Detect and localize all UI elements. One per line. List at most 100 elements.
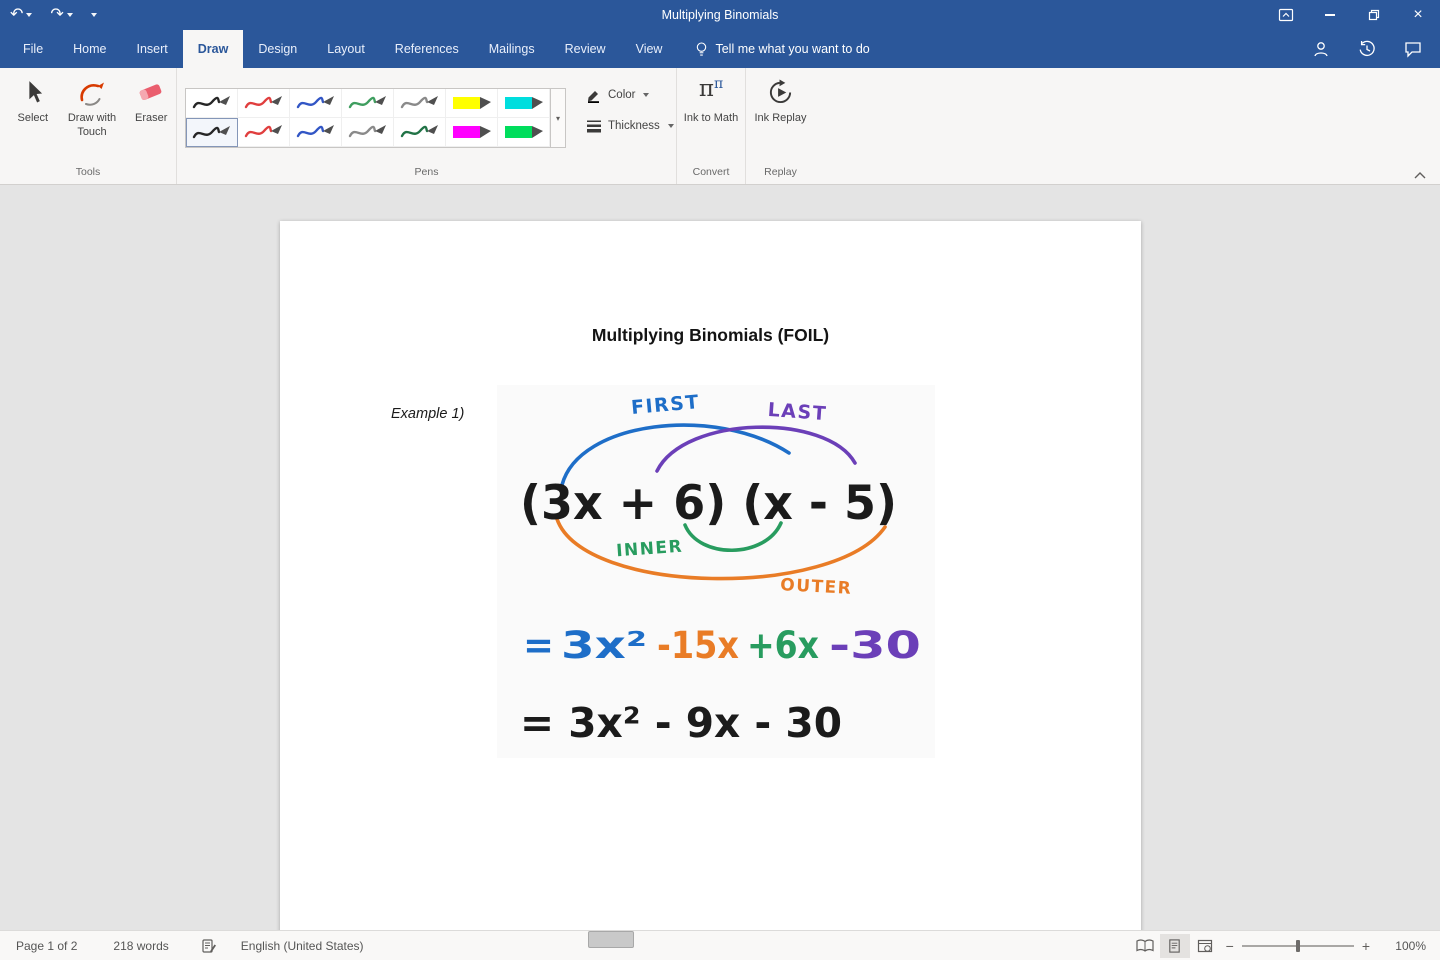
collapse-ribbon-button[interactable] <box>1414 172 1426 179</box>
pen-swatch-black[interactable] <box>186 89 238 118</box>
activity-history-icon[interactable] <box>1358 40 1376 58</box>
select-button[interactable]: Select <box>8 68 58 125</box>
pen-swatch-gray[interactable] <box>394 89 446 118</box>
step2-result: = 3x² - 9x - 30 <box>520 699 842 747</box>
zoom-out-button[interactable]: − <box>1220 938 1240 954</box>
foil-diagram: FIRST LAST INNER OUTER (3x + 6) (x - 5) … <box>497 385 935 758</box>
zoom-slider[interactable] <box>1242 945 1354 947</box>
draw-with-touch-label: Draw with Touch <box>64 111 121 139</box>
window-controls: × <box>1264 0 1440 30</box>
document-heading: Multiplying Binomials (FOIL) <box>280 325 1141 346</box>
pen-thickness-label: Thickness <box>608 120 660 132</box>
binomial-expression: (3x + 6) (x - 5) <box>520 476 897 531</box>
restore-button[interactable] <box>1352 0 1396 30</box>
pen-gallery: ▾ <box>185 88 566 148</box>
select-cursor-icon <box>23 76 43 108</box>
pen-swatch-gray-2[interactable] <box>342 118 394 147</box>
print-layout-button[interactable] <box>1160 934 1190 958</box>
pen-stroke-icon <box>190 92 234 114</box>
pen-stroke-icon <box>294 92 338 114</box>
language-indicator[interactable]: English (United States) <box>241 939 364 953</box>
highlighter-stroke-icon <box>502 121 546 143</box>
close-button[interactable]: × <box>1396 0 1440 30</box>
read-mode-button[interactable] <box>1130 934 1160 958</box>
tab-mailings[interactable]: Mailings <box>474 30 550 68</box>
redo-icon: ↷ <box>50 7 63 23</box>
pens-group: ▾ Color <box>177 68 677 184</box>
lightbulb-icon <box>695 41 708 58</box>
tell-me-box[interactable]: Tell me what you want to do <box>695 30 869 68</box>
pencil-stroke-icon <box>398 92 442 114</box>
pen-swatch-dark-green[interactable] <box>394 118 446 147</box>
redo-button[interactable]: ↷ <box>50 7 72 23</box>
last-label: LAST <box>767 399 828 425</box>
pen-swatch-blue-2[interactable] <box>290 118 342 147</box>
tab-file[interactable]: File <box>8 30 58 68</box>
last-arc <box>657 427 855 471</box>
pens-group-label: Pens <box>177 164 676 184</box>
pen-swatch-blue[interactable] <box>290 89 342 118</box>
tab-review[interactable]: Review <box>550 30 621 68</box>
undo-button[interactable]: ↶ <box>10 7 32 23</box>
highlighter-swatch-yellow[interactable] <box>446 89 498 118</box>
page-indicator[interactable]: Page 1 of 2 <box>16 939 77 953</box>
draw-with-touch-button[interactable]: Draw with Touch <box>64 68 121 139</box>
pen-swatch-red-2[interactable] <box>238 118 290 147</box>
redo-dropdown-icon[interactable] <box>67 13 73 17</box>
minimize-button[interactable] <box>1308 0 1352 30</box>
horizontal-scrollbar-thumb[interactable] <box>588 931 634 948</box>
select-label: Select <box>17 111 48 125</box>
convert-group-label: Convert <box>677 164 745 184</box>
pen-gallery-more-button[interactable]: ▾ <box>550 89 565 147</box>
draw-with-touch-icon <box>77 76 107 108</box>
pen-swatch-green[interactable] <box>342 89 394 118</box>
tab-design[interactable]: Design <box>243 30 312 68</box>
account-icon[interactable] <box>1312 40 1330 58</box>
step1-inner-term: +6x <box>747 624 819 667</box>
eraser-button[interactable]: Eraser <box>126 68 176 125</box>
example-label: Example 1) <box>391 406 464 422</box>
tab-references[interactable]: References <box>380 30 474 68</box>
window-title: Multiplying Binomials <box>0 8 1440 22</box>
tab-layout[interactable]: Layout <box>312 30 380 68</box>
pen-thickness-dropdown[interactable]: Thickness <box>582 115 678 137</box>
eraser-label: Eraser <box>135 111 167 125</box>
word-count[interactable]: 218 words <box>113 939 168 953</box>
tab-insert[interactable]: Insert <box>122 30 183 68</box>
ink-replay-icon <box>767 76 794 108</box>
highlighter-swatch-magenta[interactable] <box>446 118 498 147</box>
chevron-down-icon <box>643 93 649 97</box>
ribbon-display-options-button[interactable] <box>1264 0 1308 30</box>
zoom-slider-thumb[interactable] <box>1296 940 1300 952</box>
proofing-status-button[interactable] <box>201 938 217 954</box>
read-mode-icon <box>1136 939 1154 953</box>
ink-replay-label: Ink Replay <box>755 111 807 125</box>
pen-stroke-icon <box>242 92 286 114</box>
pen-swatch-black-selected[interactable] <box>186 118 238 147</box>
undo-dropdown-icon[interactable] <box>26 13 32 17</box>
zoom-in-button[interactable]: + <box>1356 938 1376 954</box>
ink-to-math-button[interactable]: ππ Ink to Math <box>684 68 738 125</box>
pen-color-dropdown[interactable]: Color <box>582 84 678 106</box>
customize-quick-access-button[interactable] <box>91 13 97 17</box>
highlighter-swatch-green[interactable] <box>498 118 550 147</box>
foil-ink-image[interactable]: FIRST LAST INNER OUTER (3x + 6) (x - 5) … <box>497 385 935 758</box>
convert-group: ππ Ink to Math Convert <box>677 68 746 184</box>
word-window: ↶ ↷ Multiplying Binomials <box>0 0 1440 960</box>
tools-group: Select Draw with Touch <box>0 68 177 184</box>
titlebar: ↶ ↷ Multiplying Binomials <box>0 0 1440 30</box>
tab-draw[interactable]: Draw <box>183 30 244 68</box>
ink-replay-button[interactable]: Ink Replay <box>755 68 807 125</box>
replay-group-label: Replay <box>746 164 815 184</box>
ink-to-math-icon: ππ <box>699 76 723 108</box>
quick-access-toolbar: ↶ ↷ <box>0 7 97 23</box>
web-layout-button[interactable] <box>1190 934 1220 958</box>
tab-home[interactable]: Home <box>58 30 121 68</box>
comments-icon[interactable] <box>1404 40 1422 58</box>
tab-view[interactable]: View <box>621 30 678 68</box>
zoom-level[interactable]: 100% <box>1386 939 1426 953</box>
pen-swatch-red[interactable] <box>238 89 290 118</box>
highlighter-stroke-icon <box>450 121 494 143</box>
highlighter-swatch-cyan[interactable] <box>498 89 550 118</box>
page[interactable]: Multiplying Binomials (FOIL) Example 1) … <box>280 221 1141 930</box>
